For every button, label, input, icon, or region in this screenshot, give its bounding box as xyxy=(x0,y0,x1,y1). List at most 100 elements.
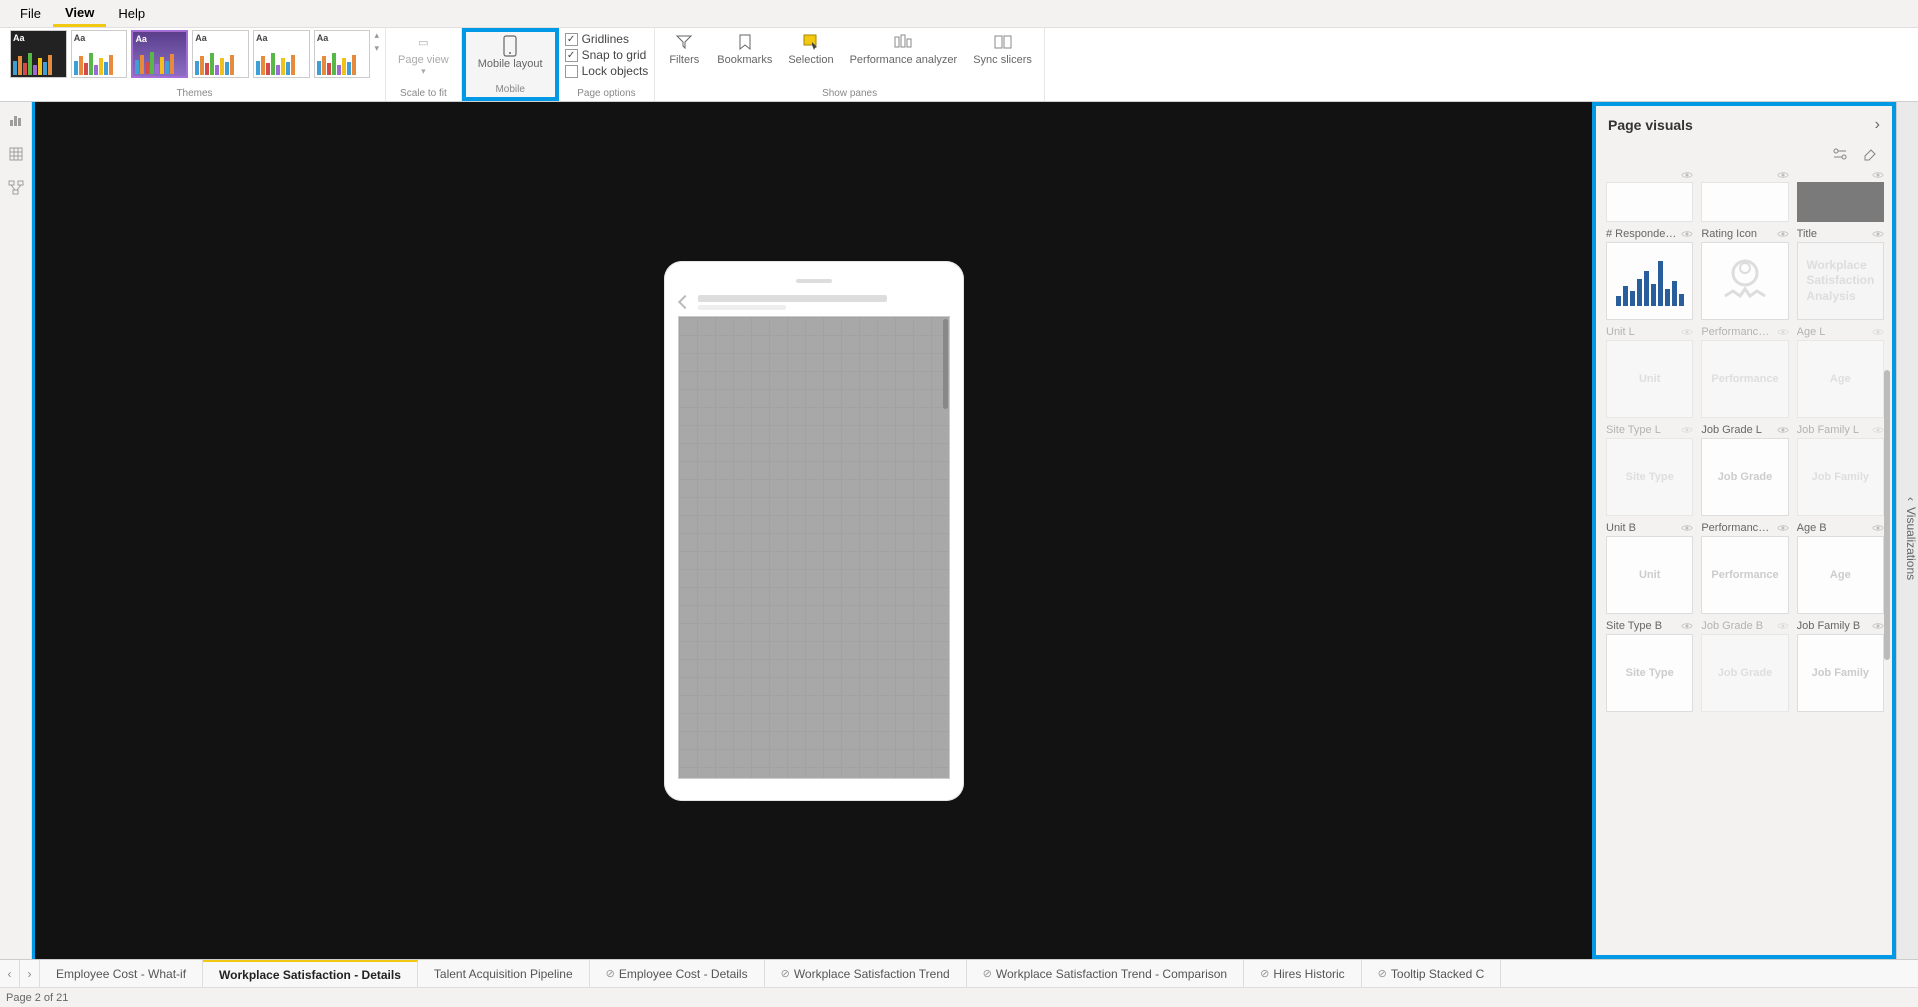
report-tab[interactable]: Workplace Satisfaction - Details xyxy=(203,960,418,987)
filters-button[interactable]: Filters xyxy=(661,30,707,68)
report-tab[interactable]: ⊘Workplace Satisfaction Trend xyxy=(765,960,967,987)
visual-label: Unit L xyxy=(1606,326,1635,338)
visual-item[interactable]: Performance BPerformance xyxy=(1701,522,1788,614)
visual-item[interactable]: Job Family LJob Family xyxy=(1797,424,1884,516)
visibility-icon[interactable] xyxy=(1777,425,1789,435)
perf-analyzer-button[interactable]: Performance analyzer xyxy=(844,30,964,68)
report-tab[interactable]: ⊘Employee Cost - Details xyxy=(590,960,765,987)
hidden-icon: ⊘ xyxy=(1260,967,1269,980)
pane-scrollbar[interactable] xyxy=(1884,370,1890,660)
visibility-icon[interactable] xyxy=(1872,523,1884,533)
visual-item[interactable]: Performance LPerformance xyxy=(1701,326,1788,418)
visibility-icon[interactable] xyxy=(1777,621,1789,631)
report-tab[interactable]: Talent Acquisition Pipeline xyxy=(418,960,590,987)
visual-item[interactable]: Job Grade LJob Grade xyxy=(1701,424,1788,516)
theme-5[interactable]: Aa xyxy=(253,30,310,78)
report-tab[interactable]: ⊘Hires Historic xyxy=(1244,960,1362,987)
lock-checkbox[interactable]: Lock objects xyxy=(565,64,649,78)
visual-thumbnail[interactable] xyxy=(1797,182,1884,222)
bookmarks-button[interactable]: Bookmarks xyxy=(711,30,778,68)
visual-item[interactable]: # Respondents a... xyxy=(1606,228,1693,320)
visual-thumbnail[interactable]: Performance xyxy=(1701,536,1788,614)
visual-item[interactable]: Rating Icon xyxy=(1701,228,1788,320)
visual-thumbnail[interactable] xyxy=(1701,182,1788,222)
visibility-icon[interactable] xyxy=(1681,327,1693,337)
visual-thumbnail[interactable]: Unit xyxy=(1606,536,1693,614)
visibility-icon[interactable] xyxy=(1681,523,1693,533)
report-view-icon[interactable] xyxy=(8,112,24,128)
menu-help[interactable]: Help xyxy=(106,2,157,25)
visual-item[interactable]: Job Grade BJob Grade xyxy=(1701,620,1788,712)
visual-thumbnail[interactable]: Site Type xyxy=(1606,438,1693,516)
visual-thumbnail[interactable] xyxy=(1606,182,1693,222)
visibility-icon[interactable] xyxy=(1777,523,1789,533)
visibility-icon[interactable] xyxy=(1681,425,1693,435)
visual-thumbnail[interactable]: Job Grade xyxy=(1701,634,1788,712)
settings-icon[interactable] xyxy=(1832,146,1848,162)
visual-thumbnail[interactable]: Age xyxy=(1797,340,1884,418)
ribbon-themes-label: Themes xyxy=(4,88,385,99)
mobile-layout-grid[interactable] xyxy=(678,316,950,779)
visual-item[interactable]: Age LAge xyxy=(1797,326,1884,418)
visual-item[interactable] xyxy=(1797,170,1884,222)
report-tab[interactable]: ⊘Tooltip Stacked C xyxy=(1362,960,1502,987)
sync-slicers-button[interactable]: Sync slicers xyxy=(967,30,1038,68)
visual-item[interactable]: Unit L Unit xyxy=(1606,326,1693,418)
canvas[interactable] xyxy=(32,102,1592,959)
chevron-right-icon[interactable]: › xyxy=(1875,116,1880,134)
theme-4[interactable]: Aa xyxy=(192,30,249,78)
visibility-icon[interactable] xyxy=(1777,170,1789,180)
selection-icon xyxy=(801,32,821,52)
visibility-icon[interactable] xyxy=(1681,621,1693,631)
gridlines-checkbox[interactable]: Gridlines xyxy=(565,32,649,46)
theme-6[interactable]: Aa xyxy=(314,30,371,78)
phone-scrollbar[interactable] xyxy=(943,319,948,409)
visual-thumbnail[interactable]: Job Grade xyxy=(1701,438,1788,516)
data-view-icon[interactable] xyxy=(8,146,24,162)
visual-item[interactable]: Unit BUnit xyxy=(1606,522,1693,614)
ribbon: Aa Aa Aa Aa Aa Aa ▴▾ Themes ▭Page view▾ … xyxy=(0,28,1918,102)
visual-thumbnail[interactable] xyxy=(1606,242,1693,320)
visibility-icon[interactable] xyxy=(1872,327,1884,337)
visual-thumbnail[interactable]: Age xyxy=(1797,536,1884,614)
visibility-icon[interactable] xyxy=(1681,170,1693,180)
visual-thumbnail[interactable] xyxy=(1701,242,1788,320)
visibility-icon[interactable] xyxy=(1681,229,1693,239)
visual-label: # Respondents a... xyxy=(1606,228,1678,240)
mobile-layout-button[interactable]: Mobile layout xyxy=(472,34,549,72)
visual-item[interactable]: Job Family BJob Family xyxy=(1797,620,1884,712)
visual-thumbnail[interactable]: Performance xyxy=(1701,340,1788,418)
visual-thumbnail[interactable]: Job Family xyxy=(1797,438,1884,516)
visibility-icon[interactable] xyxy=(1872,170,1884,180)
menu-file[interactable]: File xyxy=(8,2,53,25)
visual-thumbnail[interactable]: Site Type xyxy=(1606,634,1693,712)
visual-thumbnail[interactable]: WorkplaceSatisfactionAnalysis xyxy=(1797,242,1884,320)
visibility-icon[interactable] xyxy=(1872,425,1884,435)
selection-button[interactable]: Selection xyxy=(782,30,839,68)
report-tab[interactable]: ⊘Workplace Satisfaction Trend - Comparis… xyxy=(967,960,1244,987)
menu-view[interactable]: View xyxy=(53,1,106,27)
tab-next[interactable]: › xyxy=(20,960,40,987)
tab-prev[interactable]: ‹ xyxy=(0,960,20,987)
visual-thumbnail[interactable]: Unit xyxy=(1606,340,1693,418)
visual-thumbnail[interactable]: Job Family xyxy=(1797,634,1884,712)
visual-item[interactable] xyxy=(1701,170,1788,222)
visualizations-collapsed-pane[interactable]: ‹ Visualizations xyxy=(1896,102,1918,959)
visual-item[interactable]: Site Type LSite Type xyxy=(1606,424,1693,516)
visibility-icon[interactable] xyxy=(1777,229,1789,239)
theme-1[interactable]: Aa xyxy=(10,30,67,78)
menubar: File View Help xyxy=(0,0,1918,28)
snap-checkbox[interactable]: Snap to grid xyxy=(565,48,649,62)
visual-item[interactable]: Site Type BSite Type xyxy=(1606,620,1693,712)
visual-item[interactable]: TitleWorkplaceSatisfactionAnalysis xyxy=(1797,228,1884,320)
visual-item[interactable] xyxy=(1606,170,1693,222)
visibility-icon[interactable] xyxy=(1872,621,1884,631)
visual-item[interactable]: Age BAge xyxy=(1797,522,1884,614)
eraser-icon[interactable] xyxy=(1862,146,1878,162)
report-tab[interactable]: Employee Cost - What-if xyxy=(40,960,203,987)
visibility-icon[interactable] xyxy=(1777,327,1789,337)
theme-2[interactable]: Aa xyxy=(71,30,128,78)
visibility-icon[interactable] xyxy=(1872,229,1884,239)
theme-3[interactable]: Aa xyxy=(131,30,188,78)
model-view-icon[interactable] xyxy=(8,180,24,196)
